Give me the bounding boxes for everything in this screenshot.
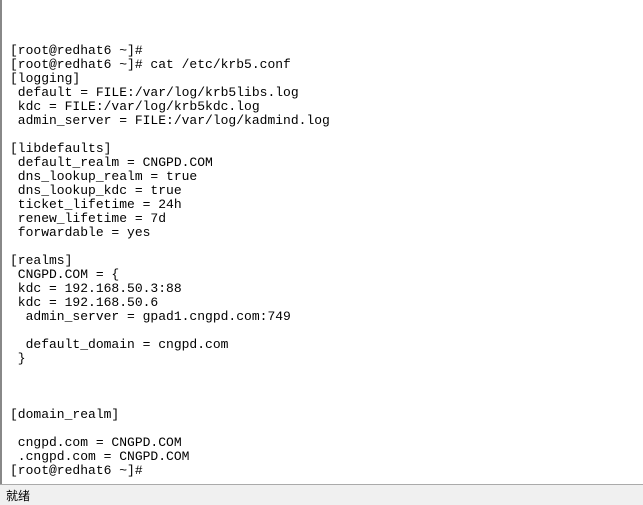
terminal-line <box>10 380 643 394</box>
terminal-line: [realms] <box>10 254 643 268</box>
terminal-line: admin_server = gpad1.cngpd.com:749 <box>10 310 643 324</box>
terminal-output[interactable]: [root@redhat6 ~]#[root@redhat6 ~]# cat /… <box>0 0 643 484</box>
terminal-line: ticket_lifetime = 24h <box>10 198 643 212</box>
terminal-line <box>10 16 643 30</box>
terminal-line: cngpd.com = CNGPD.COM <box>10 436 643 450</box>
terminal-line: dns_lookup_kdc = true <box>10 184 643 198</box>
terminal-line: kdc = 192.168.50.3:88 <box>10 282 643 296</box>
status-bar: 就绪 <box>0 484 643 505</box>
terminal-line: admin_server = FILE:/var/log/kadmind.log <box>10 114 643 128</box>
terminal-line <box>10 366 643 380</box>
terminal-line: default = FILE:/var/log/krb5libs.log <box>10 86 643 100</box>
terminal-line: default_domain = cngpd.com <box>10 338 643 352</box>
terminal-line <box>10 128 643 142</box>
terminal-line: renew_lifetime = 7d <box>10 212 643 226</box>
terminal-line: [logging] <box>10 72 643 86</box>
terminal-line: [root@redhat6 ~]# cat /etc/krb5.conf <box>10 58 643 72</box>
terminal-line <box>10 394 643 408</box>
terminal-line: [domain_realm] <box>10 408 643 422</box>
terminal-line: CNGPD.COM = { <box>10 268 643 282</box>
status-label: 就绪 <box>6 489 30 503</box>
terminal-line: dns_lookup_realm = true <box>10 170 643 184</box>
terminal-line: } <box>10 352 643 366</box>
terminal-line <box>10 30 643 44</box>
terminal-line: [root@redhat6 ~]# <box>10 464 643 478</box>
terminal-line <box>10 422 643 436</box>
terminal-line <box>10 240 643 254</box>
terminal-line: kdc = FILE:/var/log/krb5kdc.log <box>10 100 643 114</box>
terminal-line: default_realm = CNGPD.COM <box>10 156 643 170</box>
terminal-line: [libdefaults] <box>10 142 643 156</box>
terminal-line: kdc = 192.168.50.6 <box>10 296 643 310</box>
terminal-line: .cngpd.com = CNGPD.COM <box>10 450 643 464</box>
terminal-line: [root@redhat6 ~]# <box>10 44 643 58</box>
terminal-line: forwardable = yes <box>10 226 643 240</box>
terminal-line <box>10 324 643 338</box>
